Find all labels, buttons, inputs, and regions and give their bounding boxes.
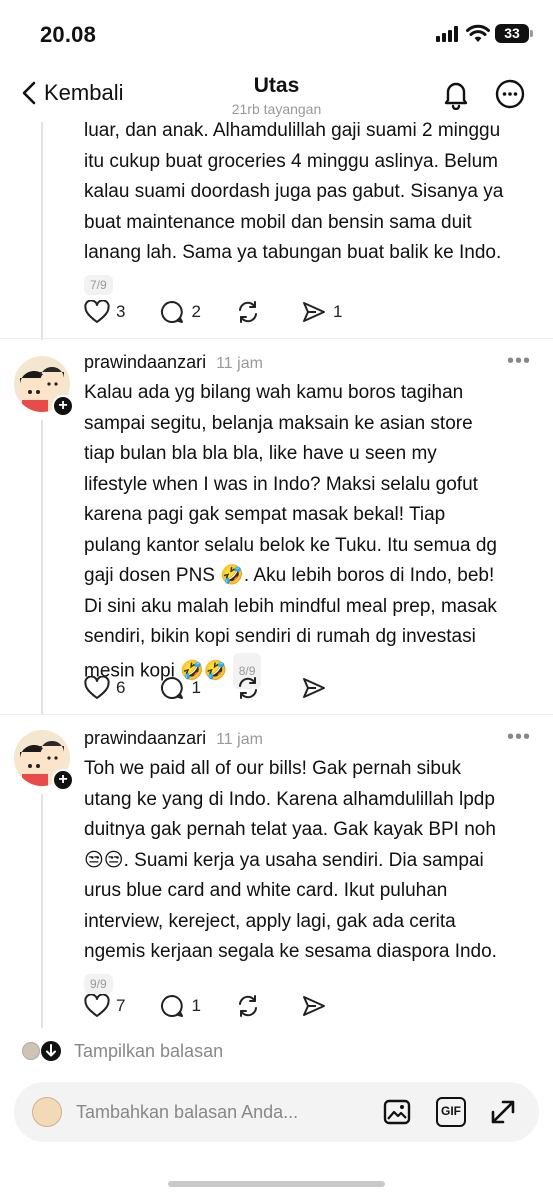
comment-icon [161, 301, 184, 323]
post-line: Di sini aku malah lebih mindful meal pre… [84, 595, 497, 617]
post-time: 11 jam [216, 355, 263, 372]
post-line: pulang kantor selalu belok ke Tuku. Itu … [84, 534, 497, 556]
post-line: 😒😒. Suami kerja ya usaha sendiri. Dia sa… [84, 849, 484, 871]
heart-icon [84, 994, 110, 1017]
more-options-icon[interactable] [494, 78, 526, 110]
post-meta: prawindaanzari 11 jam [84, 728, 263, 749]
share-button[interactable]: 1 [301, 300, 342, 324]
post-line: gaji dosen PNS 🤣. Aku lebih boros di Ind… [84, 565, 495, 586]
send-icon [302, 302, 325, 322]
like-count: 3 [116, 302, 126, 321]
heart-icon [84, 676, 110, 699]
post-body: Toh we paid all of our bills! Gak pernah… [84, 754, 546, 994]
post-line: duitnya gak pernah telat yaa. Gak kayak … [84, 819, 496, 840]
expand-icon[interactable] [488, 1097, 518, 1127]
divider [0, 714, 553, 715]
post-line: sendiri, bikin kopi sendiri di rumah dg … [84, 626, 476, 647]
status-time: 20.08 [40, 22, 97, 47]
like-count: 7 [116, 996, 126, 1015]
follow-button[interactable]: + [52, 769, 74, 791]
post-body: luar, dan anak. Alhamdulillah gaji suami… [84, 116, 544, 295]
battery-icon: 33 [495, 24, 533, 43]
thread-connector [41, 420, 43, 714]
repost-icon [238, 677, 257, 699]
like-button[interactable]: 3 [84, 300, 125, 324]
thread-page-badge: 9/9 [84, 973, 113, 994]
share-button[interactable] [301, 676, 333, 700]
thread-content: luar, dan anak. Alhamdulillah gaji suami… [0, 112, 553, 1080]
gif-button[interactable]: GIF [436, 1097, 466, 1127]
thread-connector [41, 794, 43, 1028]
repost-icon [238, 301, 257, 323]
post-more-button[interactable]: ••• [507, 350, 531, 373]
home-indicator [168, 1181, 385, 1187]
post-actions: 7 1 [84, 994, 367, 1018]
post-line: urus blue card and white card. Ikut pulu… [84, 880, 448, 901]
post-line: kalau suami doordash juga pas gabut. Sis… [84, 181, 504, 202]
post-line: lanang lah. Sama ya tabungan buat balik … [84, 242, 502, 263]
thread-page-badge: 7/9 [84, 274, 113, 295]
reply-count: 1 [191, 678, 201, 697]
post-meta: prawindaanzari 11 jam [84, 352, 263, 373]
post-time: 11 jam [216, 731, 263, 748]
heart-icon [84, 300, 110, 323]
post-line: sampai segitu, belanja maksain ke asian … [84, 412, 473, 434]
reply-avatars [22, 1040, 64, 1062]
post-line: itu cukup buat groceries 4 minggu asliny… [84, 150, 499, 172]
comment-icon [161, 995, 184, 1017]
post-line: interview, kereject, apply lagi, gak ada… [84, 910, 456, 932]
wifi-icon [466, 24, 490, 42]
arrow-down-circle-icon [41, 1041, 61, 1061]
reply-button[interactable]: 1 [159, 676, 201, 700]
send-icon [302, 996, 325, 1016]
post-line: ngemis kerjaan segala ke sesama diaspora… [84, 941, 497, 962]
reply-count: 2 [191, 302, 201, 321]
repost-button[interactable] [235, 676, 267, 700]
reply-composer: GIF [14, 1082, 539, 1142]
reply-input[interactable] [76, 1099, 376, 1125]
user-avatar [32, 1097, 62, 1127]
post-actions: 6 1 [84, 676, 367, 700]
post-line: lifestyle when I was in Indo? Maksi sela… [84, 473, 478, 495]
status-bar: 20.08 33 [0, 0, 553, 64]
post-line: tiap bulan bla bla bla, like have u seen… [84, 443, 437, 464]
post-line: buat maintenance mobil dan bensin sama d… [84, 211, 472, 233]
share-button[interactable] [301, 994, 333, 1018]
post-actions: 3 2 1 [84, 300, 376, 324]
post-body: Kalau ada yg bilang wah kamu boros tagih… [84, 378, 546, 689]
thread-connector [41, 112, 43, 340]
comment-icon [161, 677, 184, 699]
mini-avatar [22, 1042, 40, 1060]
repost-icon [238, 995, 257, 1017]
like-count: 6 [116, 678, 126, 697]
post-line: karena pagi gak sempat masak bekal! Tiap [84, 504, 446, 525]
post-line: utang ke yang di Indo. Karena alhamdulil… [84, 788, 495, 810]
reply-button[interactable]: 1 [159, 994, 201, 1018]
show-replies-button[interactable]: Tampilkan balasan [22, 1040, 223, 1062]
reply-button[interactable]: 2 [159, 300, 201, 324]
reply-count: 1 [191, 996, 201, 1015]
thread-header: Kembali Utas 21rb tayangan [0, 64, 553, 122]
username[interactable]: prawindaanzari [84, 352, 206, 372]
repost-button[interactable] [235, 300, 267, 324]
cellular-signal-icon [436, 26, 460, 42]
send-icon [302, 678, 325, 698]
divider [0, 338, 553, 339]
like-button[interactable]: 7 [84, 994, 125, 1018]
post-line: Toh we paid all of our bills! Gak pernah… [84, 758, 462, 779]
share-count: 1 [332, 302, 343, 321]
follow-button[interactable]: + [52, 395, 74, 417]
image-icon[interactable] [382, 1097, 412, 1127]
post-more-button[interactable]: ••• [507, 726, 531, 749]
username[interactable]: prawindaanzari [84, 728, 206, 748]
show-replies-label: Tampilkan balasan [74, 1040, 224, 1061]
bell-icon[interactable] [440, 78, 472, 110]
repost-button[interactable] [235, 994, 267, 1018]
post-line: Kalau ada yg bilang wah kamu boros tagih… [84, 382, 464, 403]
like-button[interactable]: 6 [84, 676, 125, 700]
